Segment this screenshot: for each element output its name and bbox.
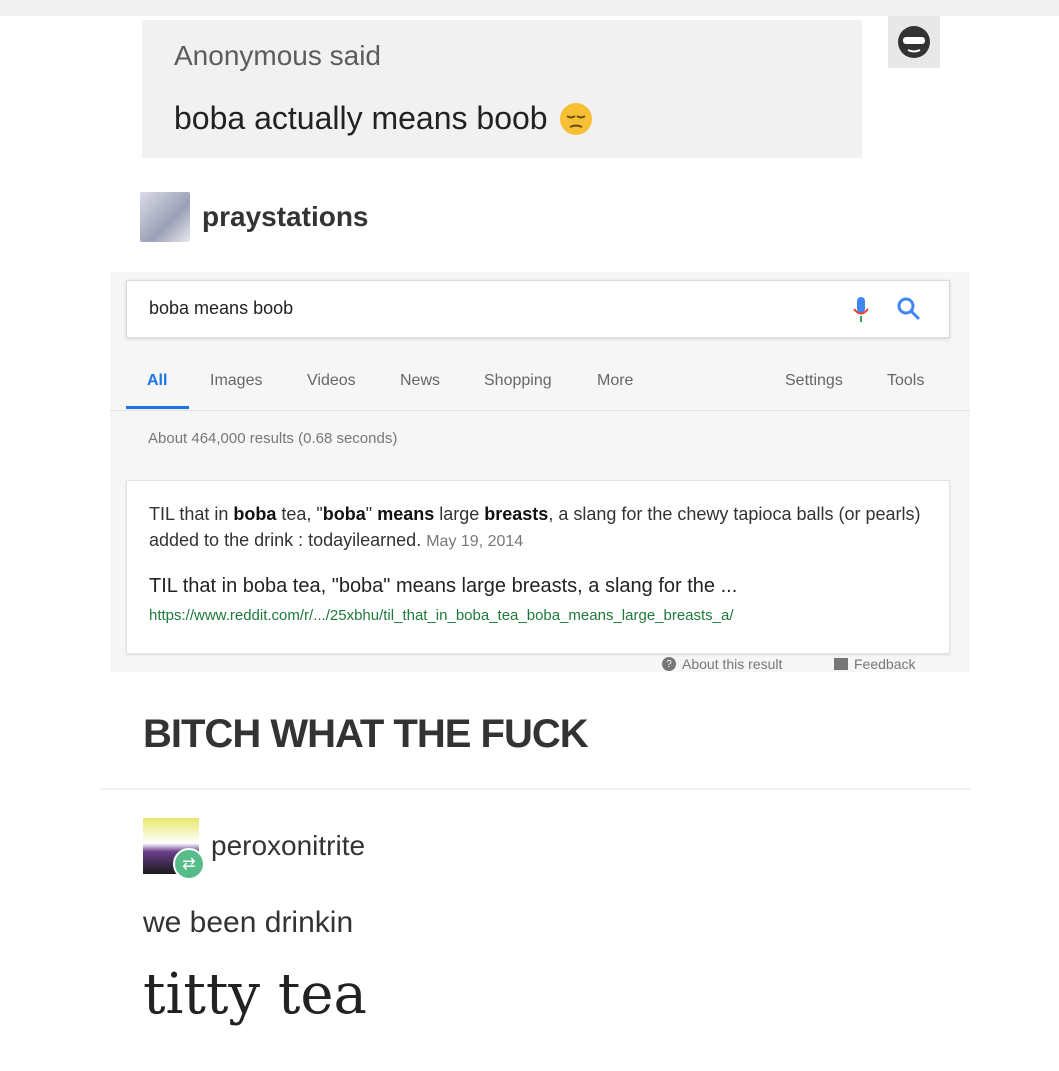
google-screenshot: boba means boob All Images Videos News S… [110, 272, 970, 672]
post-divider [100, 788, 970, 790]
tab-images[interactable]: Images [210, 372, 262, 390]
active-tab-indicator [126, 406, 189, 409]
tab-settings[interactable]: Settings [785, 372, 843, 390]
snippet-date: May 19, 2014 [426, 533, 524, 550]
featured-snippet-card: TIL that in boba tea, "boba" means large… [126, 480, 950, 654]
top-bar [0, 0, 1059, 16]
reply-line-1: we been drinkin [143, 906, 354, 939]
search-input[interactable]: boba means boob [149, 298, 293, 319]
result-title-link[interactable]: TIL that in boba tea, "boba" means large… [149, 575, 737, 598]
op-header: praystations [140, 192, 369, 242]
about-this-result[interactable]: ? About this result [662, 656, 782, 672]
ask-sender: Anonymous said [174, 40, 382, 71]
reblog-icon: ⇄ [173, 848, 205, 880]
tab-shopping[interactable]: Shopping [484, 372, 552, 390]
reply-line-2: titty tea [143, 962, 367, 1027]
feedback-link[interactable]: Feedback [834, 656, 915, 672]
reblogger-username[interactable]: peroxonitrite [211, 830, 365, 862]
search-bar[interactable]: boba means boob [126, 280, 950, 338]
microphone-icon[interactable] [851, 295, 871, 325]
tab-videos[interactable]: Videos [307, 372, 356, 390]
tabs-divider [110, 410, 970, 411]
anonymous-avatar[interactable] [888, 16, 940, 68]
sunglasses-face-icon [898, 26, 930, 58]
pensive-face-icon [559, 102, 592, 135]
avatar[interactable]: ⇄ [143, 818, 205, 880]
search-tabs: All Images Videos News Shopping More Set… [126, 368, 964, 412]
tab-all[interactable]: All [147, 372, 167, 390]
result-stats: About 464,000 results (0.68 seconds) [148, 430, 398, 447]
reblogger-header: ⇄ peroxonitrite [143, 818, 365, 880]
avatar[interactable] [140, 192, 190, 242]
ask-box: Anonymous said boba actually means boob [142, 20, 862, 158]
ask-question-text: boba actually means boob [174, 100, 548, 136]
tab-more[interactable]: More [597, 372, 633, 390]
feedback-flag-icon [834, 658, 848, 670]
featured-snippet-text: TIL that in boba tea, "boba" means large… [149, 504, 921, 550]
search-icon[interactable] [895, 295, 923, 323]
tab-tools[interactable]: Tools [887, 372, 924, 390]
op-username[interactable]: praystations [202, 201, 369, 233]
result-url[interactable]: https://www.reddit.com/r/.../25xbhu/til_… [149, 607, 734, 624]
tab-news[interactable]: News [400, 372, 440, 390]
ask-question: boba actually means boob [174, 100, 594, 137]
help-icon: ? [662, 657, 676, 671]
op-comment: BITCH WHAT THE FUCK [143, 712, 589, 756]
